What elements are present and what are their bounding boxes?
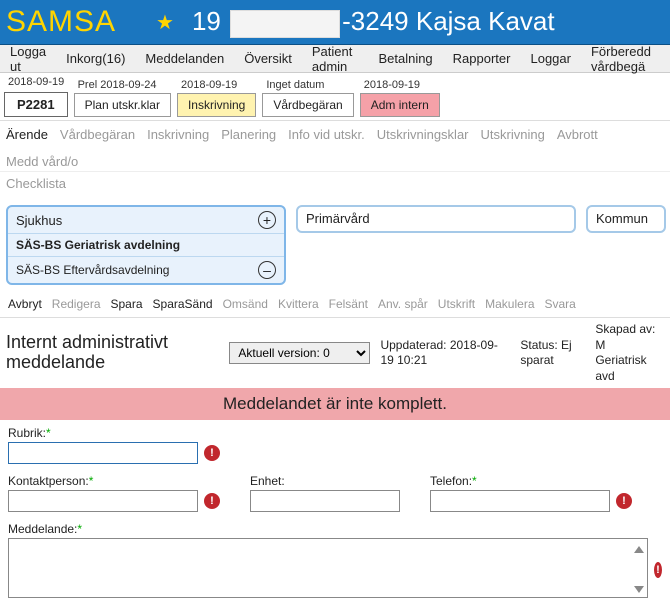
org-sjukhus[interactable]: Sjukhus + SÄS-BS Geriatrisk avdelning SÄ…: [6, 205, 286, 285]
meddelande-label: Meddelande:*: [8, 522, 662, 536]
action-spara[interactable]: Spara: [111, 297, 143, 311]
rubrik-label-text: Rubrik:: [8, 426, 46, 440]
tab-medd-vard[interactable]: Medd vård/o: [6, 154, 78, 169]
tab-utskrivning[interactable]: Utskrivning: [481, 127, 545, 142]
action-omsand[interactable]: Omsänd: [223, 297, 268, 311]
action-sparasand[interactable]: SparaSänd: [153, 297, 213, 311]
enhet-input[interactable]: [250, 490, 400, 512]
menu-rapporter[interactable]: Rapporter: [443, 45, 521, 72]
star-icon[interactable]: ★: [156, 10, 174, 35]
org-primarvard-label: Primärvård: [306, 211, 370, 226]
tab-avbrott[interactable]: Avbrott: [557, 127, 598, 142]
form-title: Internt administrativt meddelande: [6, 333, 219, 373]
plan-inskrivning[interactable]: Inskrivning: [177, 93, 256, 117]
app-name: SAMSA: [6, 5, 116, 39]
patient-id: 19 -3249 Kajsa Kavat: [192, 6, 555, 37]
meta-skapad: Skapad av: M Geriatrisk avd: [595, 322, 664, 384]
main-menu: Logga ut Inkorg(16) Meddelanden Översikt…: [0, 45, 670, 73]
tab-info-utskr[interactable]: Info vid utskr.: [288, 127, 365, 142]
masked-ssn: [230, 10, 340, 38]
rubrik-label: Rubrik:*: [8, 426, 662, 440]
top-header: SAMSA ★ 19 -3249 Kajsa Kavat: [0, 0, 670, 45]
form-header: Internt administrativt meddelande Aktuel…: [0, 318, 670, 388]
actions-bar: Avbryt Redigera Spara SparaSänd Omsänd K…: [0, 291, 670, 318]
minus-icon[interactable]: –: [258, 261, 276, 279]
subtabs-checklista[interactable]: Checklista: [0, 172, 670, 199]
plus-icon[interactable]: +: [258, 211, 276, 229]
menu-logga-ut[interactable]: Logga ut: [0, 45, 56, 72]
org-sjukhus-label: Sjukhus: [16, 213, 62, 228]
error-icon: !: [616, 493, 632, 509]
telefon-label-text: Telefon:: [430, 474, 472, 488]
plan-date1: 2018-09-19: [4, 76, 68, 88]
menu-loggar[interactable]: Loggar: [520, 45, 580, 72]
plan-adm-lbl: 2018-09-19: [360, 79, 440, 91]
action-felsant[interactable]: Felsänt: [329, 297, 368, 311]
menu-betalning[interactable]: Betalning: [368, 45, 442, 72]
org-row: Sjukhus + SÄS-BS Geriatrisk avdelning SÄ…: [0, 199, 670, 291]
menu-meddelanden[interactable]: Meddelanden: [135, 45, 234, 72]
plan-vard-lbl: Inget datum: [262, 79, 353, 91]
org-row-eftervard[interactable]: SÄS-BS Eftervårdsavdelning: [16, 263, 169, 277]
enhet-label: Enhet:: [250, 474, 400, 488]
action-makulera[interactable]: Makulera: [485, 297, 534, 311]
plan-clear[interactable]: Plan utskr.klar: [74, 93, 171, 117]
org-kommun-label: Kommun: [596, 211, 648, 226]
action-anvspar[interactable]: Anv. spår: [378, 297, 428, 311]
subtabs: Ärende Vårdbegäran Inskrivning Planering…: [0, 121, 670, 172]
patient-prefix: 19: [192, 6, 221, 36]
rubrik-input[interactable]: [8, 442, 198, 464]
meddelande-label-text: Meddelande:: [8, 522, 77, 536]
form: Rubrik:* ! Kontaktperson:* ! Enhet: Tele…: [0, 420, 670, 607]
patient-suffix: -3249 Kajsa Kavat: [342, 6, 554, 36]
tab-planering[interactable]: Planering: [221, 127, 276, 142]
org-primarvard[interactable]: Primärvård: [296, 205, 576, 233]
menu-patient-admin[interactable]: Patient admin: [302, 45, 369, 72]
telefon-input[interactable]: [430, 490, 610, 512]
error-icon: !: [654, 562, 662, 578]
action-svara[interactable]: Svara: [545, 297, 576, 311]
menu-forberedd[interactable]: Förberedd vårdbegä: [581, 45, 670, 72]
tab-vardbegaran[interactable]: Vårdbegäran: [60, 127, 135, 142]
plan-vardbegaran[interactable]: Vårdbegäran: [262, 93, 353, 117]
org-kommun[interactable]: Kommun: [586, 205, 666, 233]
action-kvittera[interactable]: Kvittera: [278, 297, 319, 311]
textarea-scroll: [8, 538, 648, 601]
plan-adm-intern[interactable]: Adm intern: [360, 93, 440, 117]
tab-utskrivningsklar[interactable]: Utskrivningsklar: [377, 127, 469, 142]
plan-prel-lbl: Prel 2018-09-24: [74, 79, 171, 91]
kontakt-label-text: Kontaktperson:: [8, 474, 89, 488]
telefon-label: Telefon:*: [430, 474, 632, 488]
kontakt-input[interactable]: [8, 490, 198, 512]
org-row-geriatrisk[interactable]: SÄS-BS Geriatrisk avdelning: [8, 234, 284, 257]
error-icon: !: [204, 445, 220, 461]
meddelande-input[interactable]: [8, 538, 648, 598]
action-avbryt[interactable]: Avbryt: [8, 297, 42, 311]
action-redigera[interactable]: Redigera: [52, 297, 101, 311]
tab-arende[interactable]: Ärende: [6, 127, 48, 142]
action-utskrift[interactable]: Utskrift: [438, 297, 475, 311]
meta-uppdaterad: Uppdaterad: 2018-09-19 10:21: [380, 338, 510, 369]
kontakt-label: Kontaktperson:*: [8, 474, 220, 488]
plan-inskr-lbl: 2018-09-19: [177, 79, 256, 91]
error-icon: !: [204, 493, 220, 509]
menu-oversikt[interactable]: Översikt: [234, 45, 302, 72]
version-select[interactable]: Aktuell version: 0: [229, 342, 370, 364]
menu-inkorg[interactable]: Inkorg(16): [56, 45, 135, 72]
plan-code[interactable]: P2281: [4, 92, 68, 117]
meta-status: Status: Ej sparat: [520, 338, 585, 369]
plan-row: 2018-09-19 P2281 Prel 2018-09-24 Plan ut…: [0, 73, 670, 121]
warning-banner: Meddelandet är inte komplett.: [0, 388, 670, 420]
tab-inskrivning[interactable]: Inskrivning: [147, 127, 209, 142]
